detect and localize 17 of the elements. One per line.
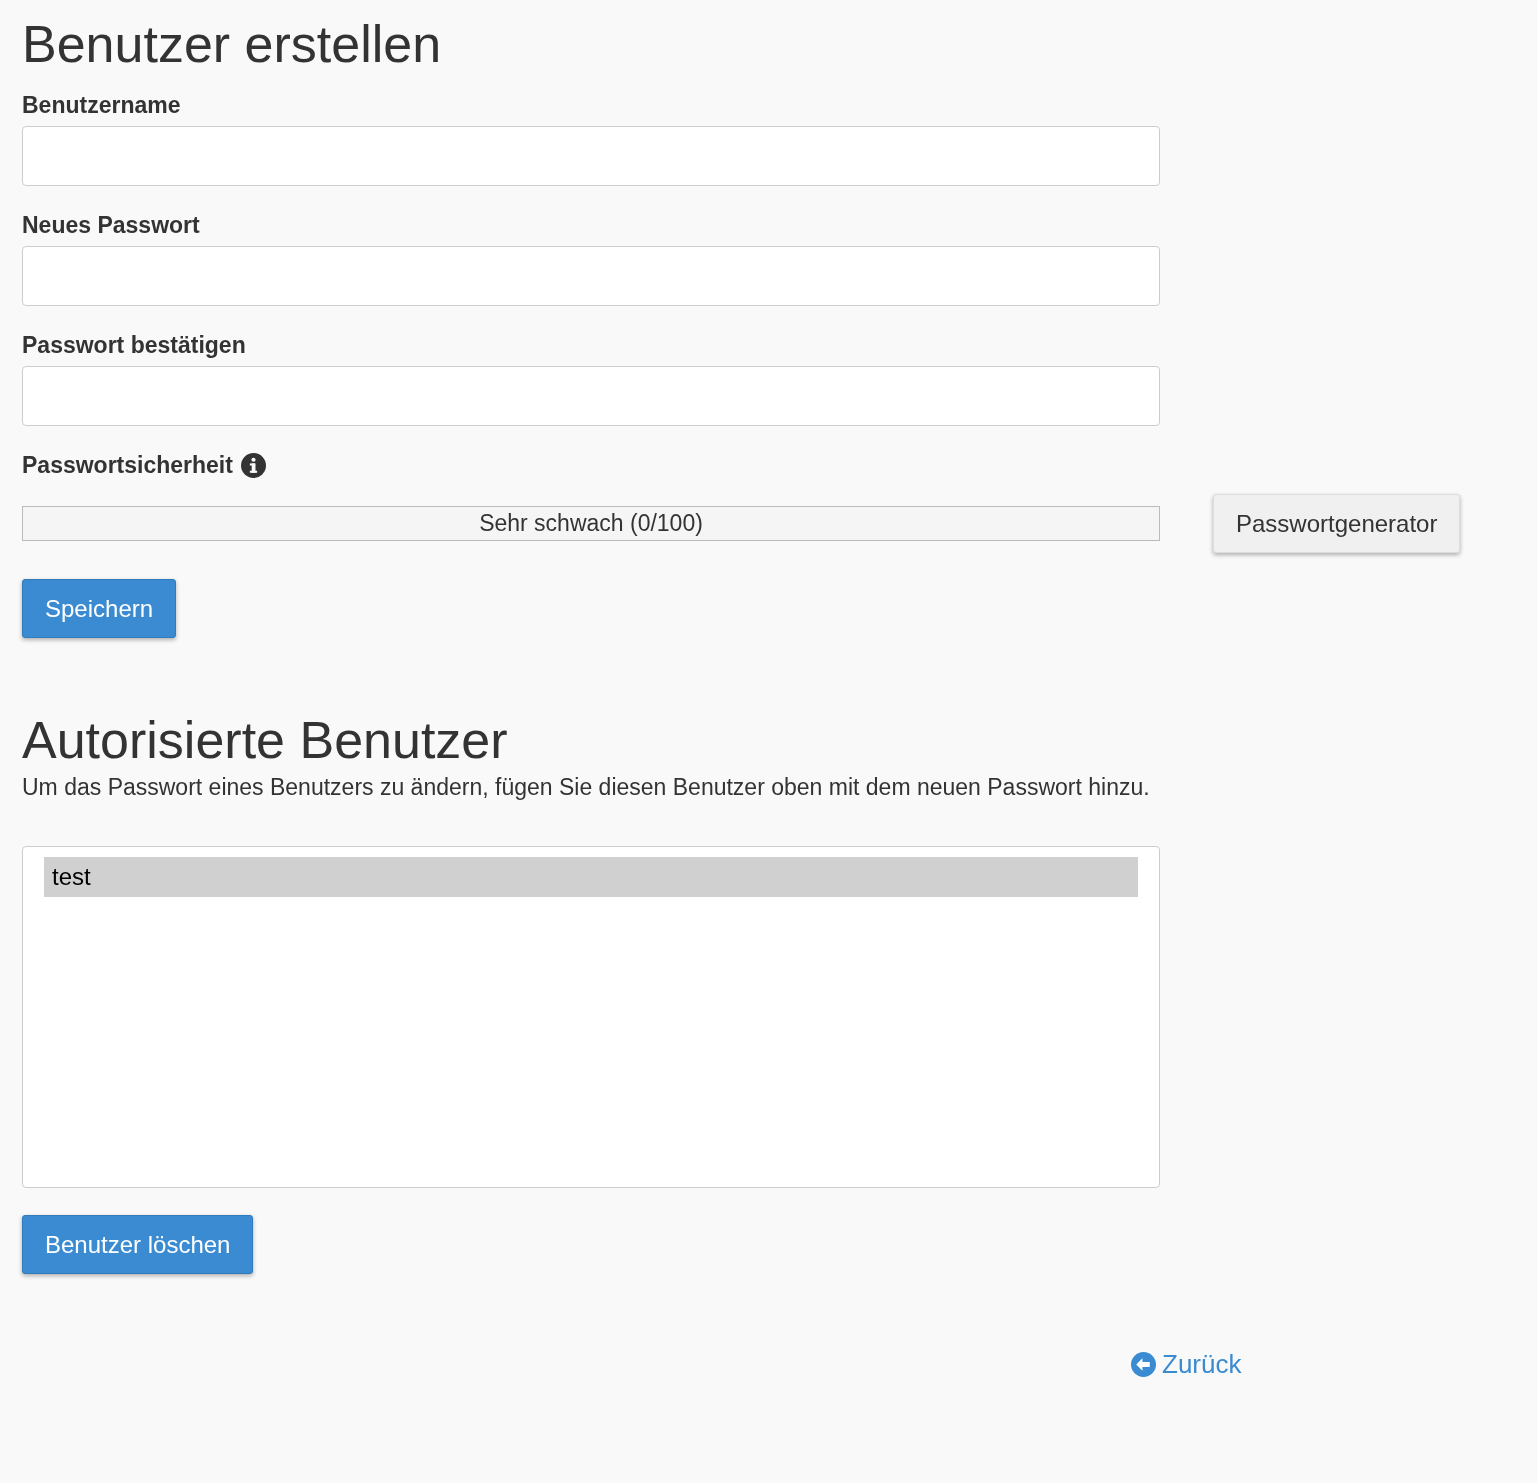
field-label: Passwort bestätigen [22, 331, 246, 360]
input-field[interactable] [22, 126, 1160, 186]
description-text: Um das Passwort eines Benutzers zu ändern, fügen Sie diesen Benutzer oben mit dem neuen Passwort hinzu. [22, 774, 1150, 801]
field-label: Passwortsicherheit [22, 451, 233, 480]
input-field[interactable] [22, 366, 1160, 426]
save-button[interactable]: Speichern [22, 579, 177, 638]
field-label: Benutzername [22, 91, 181, 120]
user-list-item[interactable]: test [44, 857, 1138, 897]
delete-button[interactable]: Benutzer löschen [22, 1215, 254, 1274]
info-icon[interactable] [240, 452, 266, 478]
generator-button[interactable]: Passwortgenerator [1213, 494, 1461, 553]
field-label: Neues Passwort [22, 211, 200, 240]
strength-reading: Sehr schwach (0/100) [479, 510, 703, 537]
section-heading: Autorisierte Benutzer [22, 710, 508, 771]
user-listbox[interactable]: test [22, 846, 1160, 1188]
input-field[interactable] [22, 246, 1160, 306]
page-heading: Benutzer erstellen [22, 14, 442, 75]
